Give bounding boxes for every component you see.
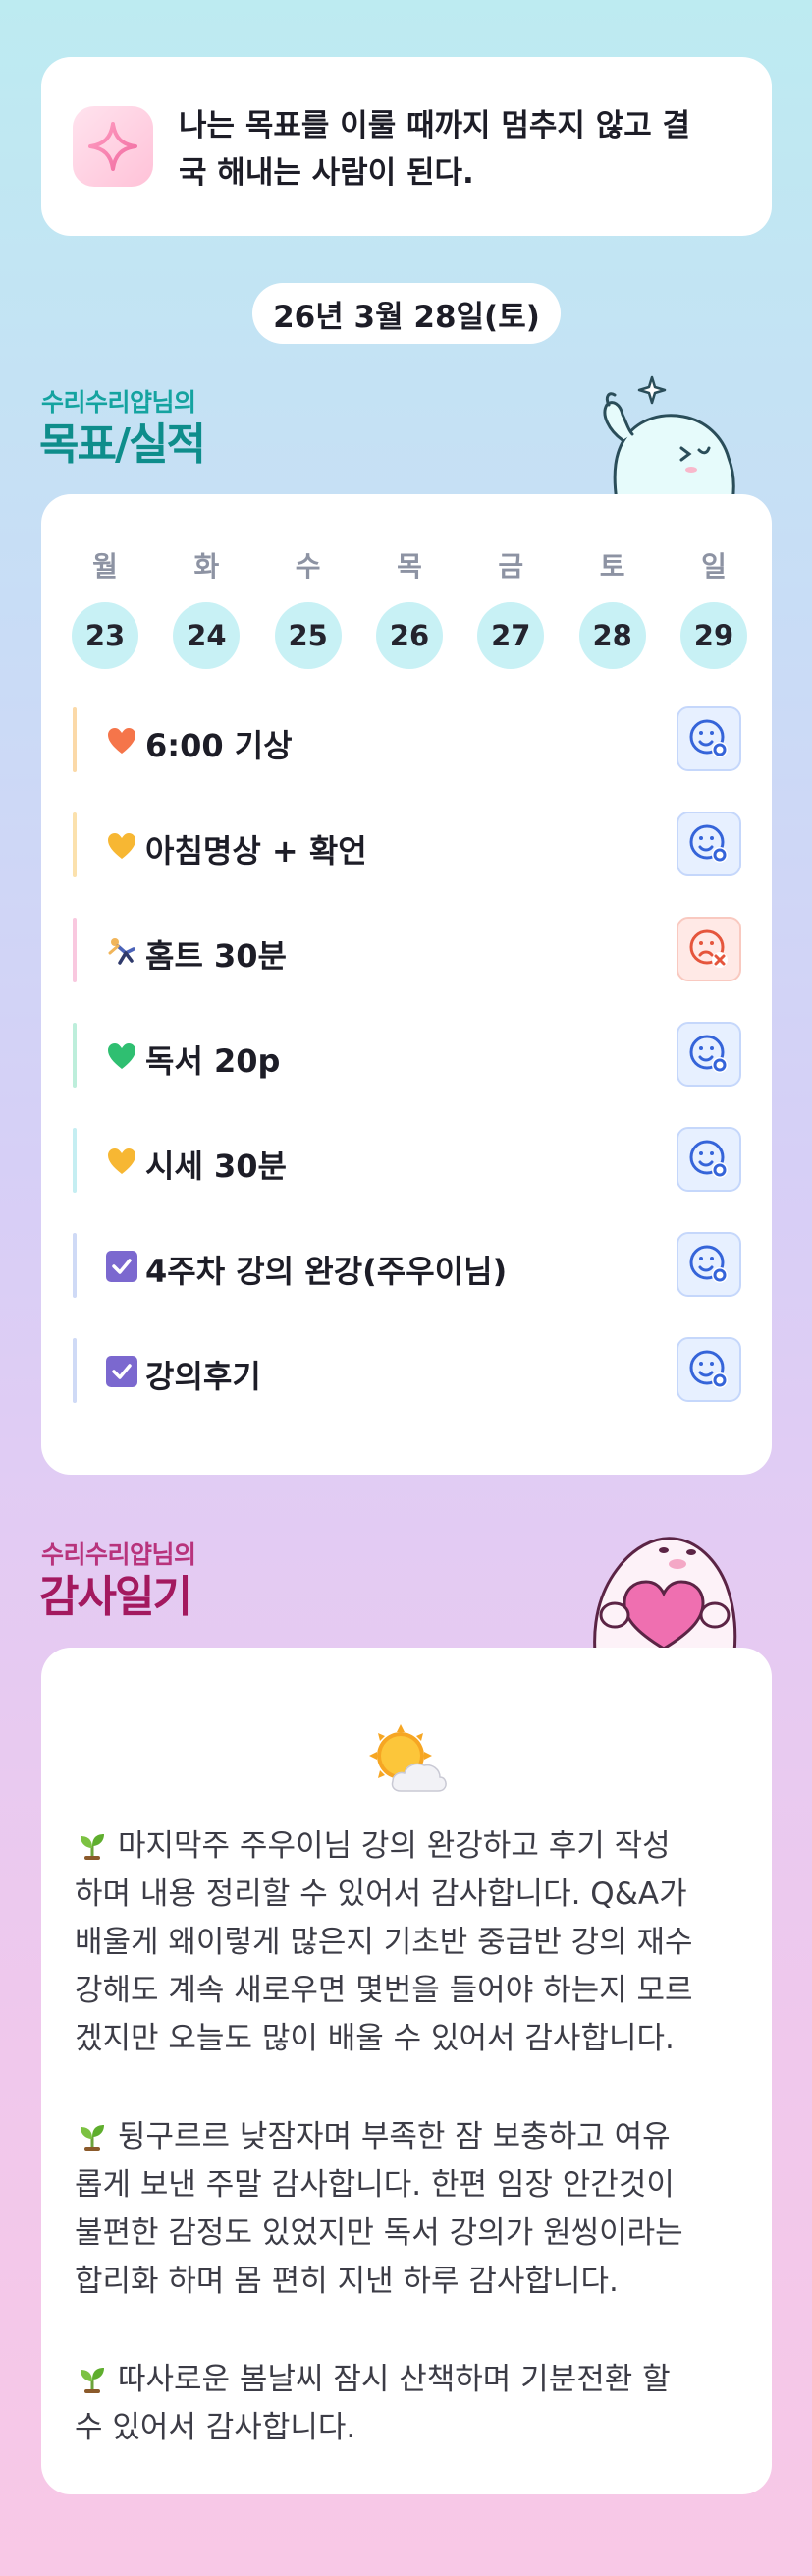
day-column[interactable]: 월 23 <box>71 545 139 669</box>
sun-behind-cloud-icon <box>369 1724 447 1792</box>
smile-done-icon <box>689 1140 728 1178</box>
goal-status-button[interactable] <box>677 812 741 876</box>
goal-color-bar <box>73 812 77 877</box>
goal-label: 홈트 30분 <box>145 937 287 975</box>
ghost-heart-mascot-illustration <box>593 1537 737 1652</box>
smile-done-icon <box>689 824 728 863</box>
goal-label: 4주차 강의 완강(주우이님) <box>145 1253 508 1290</box>
seedling-icon <box>81 1834 104 1860</box>
goal-label: 시세 30분 <box>145 1148 287 1185</box>
yellow-heart-icon <box>106 1146 137 1177</box>
smile-done-icon <box>689 719 728 757</box>
goal-row[interactable]: 4주차 강의 완강(주우이님) <box>73 1232 741 1298</box>
day-column[interactable]: 화 24 <box>172 545 241 669</box>
green-heart-icon <box>106 1040 137 1072</box>
goal-color-bar <box>73 918 77 982</box>
date-label: 26년 3월 28일(토) <box>252 283 561 344</box>
goal-color-bar <box>73 1233 77 1298</box>
seedling-icon <box>81 2125 104 2151</box>
gratitude-card: 마지막주 주우이님 강의 완강하고 후기 작성 하며 내용 정리할 수 있어서 … <box>41 1648 772 2494</box>
seedling-icon <box>81 2368 104 2393</box>
gratitude-entry: 따사로운 봄날씨 잠시 산책하며 기분전환 할 수 있어서 감사합니다. <box>75 2362 671 2445</box>
goals-section-title: 목표/실적 <box>39 420 206 470</box>
goal-row[interactable]: 강의후기 <box>73 1337 741 1403</box>
goal-label: 아침명상 + 확언 <box>145 832 367 869</box>
gratitude-entry: 마지막주 주우이님 강의 완강하고 후기 작성 하며 내용 정리할 수 있어서 … <box>75 1828 693 2056</box>
goal-label: 강의후기 <box>145 1358 261 1395</box>
goal-row[interactable]: 시세 30분 <box>73 1127 741 1193</box>
goal-color-bar <box>73 1338 77 1403</box>
exercise-person-icon <box>106 935 137 967</box>
day-column[interactable]: 토 28 <box>578 545 647 669</box>
goal-status-button[interactable] <box>677 917 741 981</box>
gratitude-entry: 뒹구르르 낮잠자며 부족한 잠 보충하고 여유 롭게 보낸 주말 감사합니다. … <box>75 2119 683 2299</box>
goal-status-button[interactable] <box>677 706 741 771</box>
goals-card: 월 23 화 24 수 25 목 26 금 27 토 28 일 29 6:00 기상 아침명상… <box>41 494 772 1475</box>
ghost-mascot-illustration <box>603 375 735 501</box>
goal-row[interactable]: 아침명상 + 확언 <box>73 812 741 877</box>
day-column[interactable]: 금 27 <box>476 545 545 669</box>
smile-done-icon <box>689 1035 728 1073</box>
goal-status-button[interactable] <box>677 1127 741 1192</box>
affirmation-card: 나는 목표를 이룰 때까지 멈추지 않고 결 국 해내는 사람이 된다. <box>41 57 772 236</box>
smile-done-icon <box>689 1245 728 1283</box>
sparkle-icon <box>73 106 153 187</box>
orange-heart-icon <box>106 725 137 756</box>
goal-label: 6:00 기상 <box>145 727 293 764</box>
day-column[interactable]: 목 26 <box>375 545 444 669</box>
goal-color-bar <box>73 1128 77 1193</box>
goal-row[interactable]: 독서 20p <box>73 1022 741 1088</box>
sad-failed-icon <box>689 929 728 968</box>
week-strip: 월 23 화 24 수 25 목 26 금 27 토 28 일 29 <box>71 545 748 669</box>
checkbox-icon <box>106 1356 137 1387</box>
yellow-heart-icon <box>106 830 137 862</box>
gratitude-section-title: 감사일기 <box>39 1572 192 1622</box>
smile-done-icon <box>689 1350 728 1388</box>
checkbox-icon <box>106 1251 137 1282</box>
goal-row[interactable]: 홈트 30분 <box>73 917 741 982</box>
day-column[interactable]: 일 29 <box>679 545 748 669</box>
goal-label: 독서 20p <box>145 1042 281 1080</box>
day-column[interactable]: 수 25 <box>274 545 343 669</box>
goal-color-bar <box>73 1023 77 1088</box>
goal-status-button[interactable] <box>677 1337 741 1402</box>
goal-row[interactable]: 6:00 기상 <box>73 706 741 772</box>
affirmation-text: 나는 목표를 이룰 때까지 멈추지 않고 결 국 해내는 사람이 된다. <box>179 108 691 191</box>
goal-status-button[interactable] <box>677 1022 741 1087</box>
goal-color-bar <box>73 707 77 772</box>
goal-status-button[interactable] <box>677 1232 741 1297</box>
